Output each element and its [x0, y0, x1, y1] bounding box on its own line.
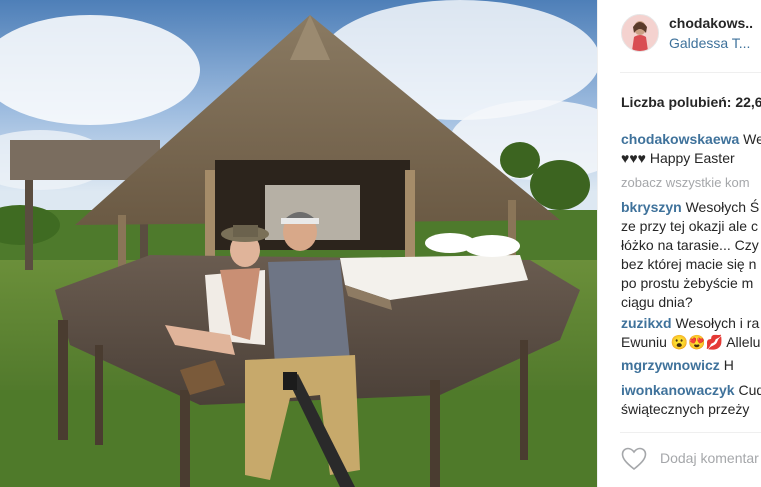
- comment-line: po prostu żebyście m: [621, 275, 754, 291]
- comments-panel: chodakows.. Galdessa T... Liczba polubie…: [597, 0, 761, 487]
- comment-username[interactable]: bkryszyn: [621, 199, 682, 215]
- likes-count[interactable]: Liczba polubień: 22,6: [621, 94, 761, 110]
- comment-line: ciągu dnia?: [621, 294, 693, 310]
- comment-text: Wesołych i ra: [675, 315, 760, 331]
- divider: [620, 432, 761, 433]
- divider: [620, 72, 761, 73]
- heart-outline-icon[interactable]: [621, 447, 647, 471]
- comment-username[interactable]: zuzikxd: [621, 315, 672, 331]
- caption-text-line1: We: [743, 131, 761, 147]
- post-location[interactable]: Galdessa T...: [669, 35, 750, 51]
- add-comment-input[interactable]: Dodaj komentar: [660, 450, 759, 466]
- comment: mgrzywnowicz H: [621, 356, 734, 376]
- comment: bkryszyn Wesołych Ś: [621, 198, 759, 218]
- caption-text-line2: ♥♥♥ Happy Easter: [621, 150, 735, 166]
- comment-line: łóżko na tarasie... Czy: [621, 237, 759, 253]
- caption: chodakowskaewa We: [621, 130, 761, 150]
- post-username[interactable]: chodakows..: [669, 15, 753, 31]
- comment-username[interactable]: iwonkanowaczyk: [621, 382, 735, 398]
- caption-username[interactable]: chodakowskaewa: [621, 131, 739, 147]
- comment-text: Cud: [738, 382, 761, 398]
- comment-username[interactable]: mgrzywnowicz: [621, 357, 720, 373]
- comment-text: H: [723, 357, 734, 373]
- post-header: chodakows.. Galdessa T...: [598, 0, 761, 70]
- comment: iwonkanowaczyk Cud: [621, 381, 761, 401]
- comment-line: ze przy tej okazji ale c: [621, 218, 758, 234]
- comment-line: świątecznych przeży: [621, 401, 750, 417]
- avatar[interactable]: [621, 14, 659, 52]
- comment-text: Wesołych Ś: [685, 199, 760, 215]
- caption-line2: ♥♥♥ Happy Easter: [621, 149, 735, 169]
- comment-line: Ewuniu 😮😍💋 Allelu: [621, 334, 761, 350]
- post-photo[interactable]: [0, 0, 597, 487]
- comment-line: bez której macie się n: [621, 256, 757, 272]
- comment: zuzikxd Wesołych i ra: [621, 314, 759, 334]
- view-all-comments-link[interactable]: zobacz wszystkie kom: [621, 175, 750, 190]
